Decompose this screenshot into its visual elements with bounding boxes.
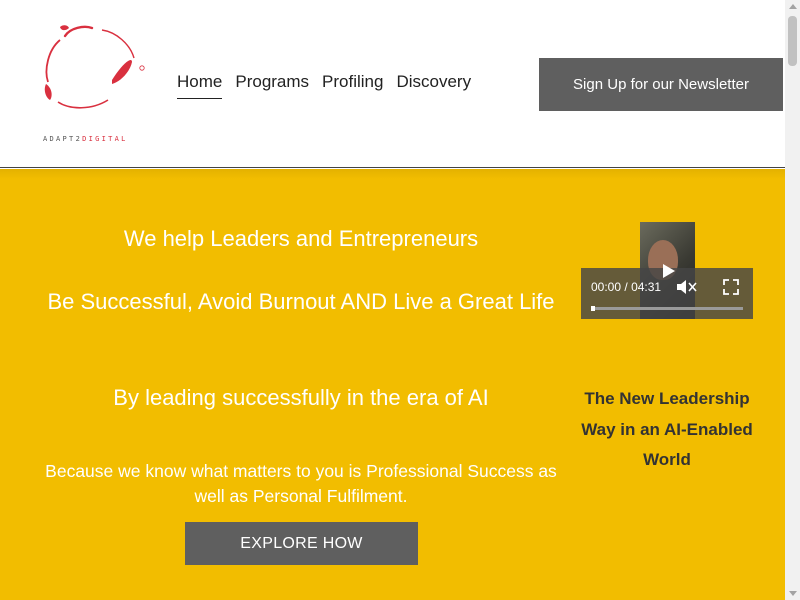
hero-section: We help Leaders and Entrepreneurs Be Suc… (0, 169, 785, 600)
fullscreen-icon[interactable] (723, 279, 739, 295)
site-header: ADAPT2DIGITAL Home Programs Profiling Di… (0, 0, 785, 168)
scroll-down-icon[interactable] (789, 591, 797, 596)
hero-headline-2: Be Successful, Avoid Burnout AND Live a … (47, 289, 555, 314)
video-time: 00:00 / 04:31 (591, 280, 662, 294)
play-icon[interactable] (663, 264, 675, 278)
nav-item-programs[interactable]: Programs (235, 72, 309, 99)
hero-headline-1: We help Leaders and Entrepreneurs (123, 226, 479, 251)
logo-wordmark: ADAPT2DIGITAL (43, 135, 128, 143)
main-nav: Home Programs Profiling Discovery (177, 72, 471, 99)
nav-item-home[interactable]: Home (177, 72, 223, 99)
nav-item-discovery[interactable]: Discovery (396, 72, 471, 99)
newsletter-signup-button[interactable]: Sign Up for our Newsletter (539, 58, 783, 111)
video-player[interactable]: 00:00 / 04:31 (581, 222, 753, 319)
nav-item-profiling[interactable]: Profiling (322, 72, 383, 99)
explore-how-button[interactable]: EXPLORE HOW (185, 522, 418, 565)
video-progress-knob[interactable] (591, 306, 595, 311)
header-shadow (0, 169, 785, 179)
volume-icon[interactable] (676, 279, 698, 295)
scroll-up-icon[interactable] (789, 4, 797, 9)
scroll-thumb[interactable] (788, 16, 797, 66)
video-progress-bar[interactable] (591, 307, 743, 310)
hero-headline-3: By leading successfully in the era of AI (113, 385, 489, 410)
logo-mark (44, 25, 145, 109)
page-scrollbar[interactable] (785, 0, 800, 600)
logo[interactable]: ADAPT2DIGITAL (40, 22, 150, 144)
hero-subtext: Because we know what matters to you is P… (45, 461, 557, 506)
side-caption: The New Leadership Way in an AI-Enabled … (581, 389, 753, 469)
